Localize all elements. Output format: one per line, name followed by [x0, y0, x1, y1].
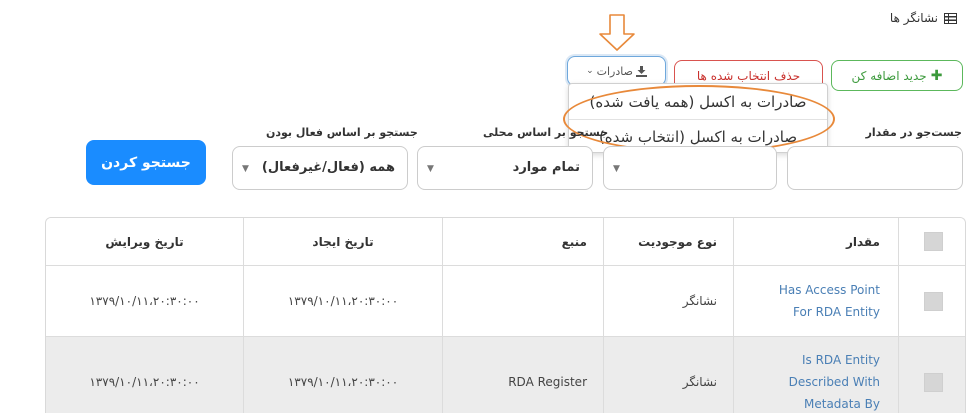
- value-filter-label: جست‌جو در مقدار: [865, 126, 962, 139]
- caret-down-icon: ▼: [242, 164, 249, 174]
- select-all-checkbox[interactable]: [923, 232, 943, 251]
- header-source[interactable]: منبع: [562, 235, 587, 249]
- value-link[interactable]: Is RDA Entity Described With Metadata By: [789, 349, 880, 413]
- header-edited-date[interactable]: تاریخ ویرایش: [105, 235, 183, 249]
- source: RDA Register: [508, 375, 587, 389]
- value-search-input[interactable]: [787, 146, 963, 190]
- row-checkbox[interactable]: [923, 291, 943, 311]
- location-filter-value: تمام موارد: [512, 160, 580, 175]
- page-title: نشانگر ها: [890, 11, 957, 25]
- active-filter-value: همه (فعال/غیرفعال): [261, 160, 395, 175]
- search-button[interactable]: جستجو کردن: [86, 140, 206, 185]
- value-link[interactable]: Has Access Point For RDA Entity: [779, 279, 880, 323]
- table-header-row: تاریخ ویرایش تاریخ ایجاد منبع نوع موجودی…: [46, 218, 965, 266]
- active-filter-label: جستجو بر اساس فعال بودن: [266, 126, 418, 139]
- created-date: ۱۳۷۹/۱۰/۱۱،۲۰:۳۰:۰۰: [287, 375, 399, 389]
- export-dropdown-menu: صادرات به اکسل (همه یافت شده) صادرات به …: [568, 83, 828, 153]
- entity-type: نشانگر: [682, 375, 717, 389]
- edited-date: ۱۳۷۹/۱۰/۱۱،۲۰:۳۰:۰۰: [89, 375, 200, 389]
- export-label: صادرات: [596, 64, 633, 78]
- list-icon: [944, 12, 957, 24]
- filter-select[interactable]: ▼: [603, 146, 777, 190]
- add-new-button[interactable]: ✚ جدید اضافه کن: [831, 60, 963, 91]
- caret-down-icon: ▼: [613, 164, 620, 174]
- location-filter-label: جستجو بر اساس محلی: [483, 126, 609, 139]
- entity-type: نشانگر: [682, 294, 717, 308]
- location-filter-select[interactable]: تمام موارد ▼: [417, 146, 593, 190]
- chevron-down-icon: ⌄: [586, 66, 594, 76]
- export-button[interactable]: صادرات ⌄: [567, 56, 666, 86]
- created-date: ۱۳۷۹/۱۰/۱۱،۲۰:۳۰:۰۰: [287, 294, 399, 308]
- caret-down-icon: ▼: [427, 164, 434, 174]
- annotation-arrow-icon: [599, 14, 635, 51]
- download-icon: [635, 65, 647, 77]
- table-row: ۱۳۷۹/۱۰/۱۱،۲۰:۳۰:۰۰ ۱۳۷۹/۱۰/۱۱،۲۰:۳۰:۰۰ …: [46, 337, 965, 413]
- plus-icon: ✚: [930, 67, 943, 84]
- header-entity-type[interactable]: نوع موجودیت: [638, 235, 717, 249]
- page-title-text: نشانگر ها: [889, 11, 938, 25]
- export-excel-all-item[interactable]: صادرات به اکسل (همه یافت شده): [569, 85, 827, 119]
- header-created-date[interactable]: تاریخ ایجاد: [312, 235, 373, 249]
- delete-selected-label: حذف انتخاب شده ها: [696, 68, 801, 83]
- row-checkbox[interactable]: [923, 372, 943, 392]
- add-new-label: جدید اضافه کن: [851, 68, 927, 83]
- edited-date: ۱۳۷۹/۱۰/۱۱،۲۰:۳۰:۰۰: [89, 294, 200, 308]
- results-table: تاریخ ویرایش تاریخ ایجاد منبع نوع موجودی…: [45, 217, 966, 413]
- table-row: ۱۳۷۹/۱۰/۱۱،۲۰:۳۰:۰۰ ۱۳۷۹/۱۰/۱۱،۲۰:۳۰:۰۰ …: [46, 266, 965, 337]
- active-filter-select[interactable]: همه (فعال/غیرفعال) ▼: [232, 146, 408, 190]
- header-value[interactable]: مقدار: [846, 235, 880, 249]
